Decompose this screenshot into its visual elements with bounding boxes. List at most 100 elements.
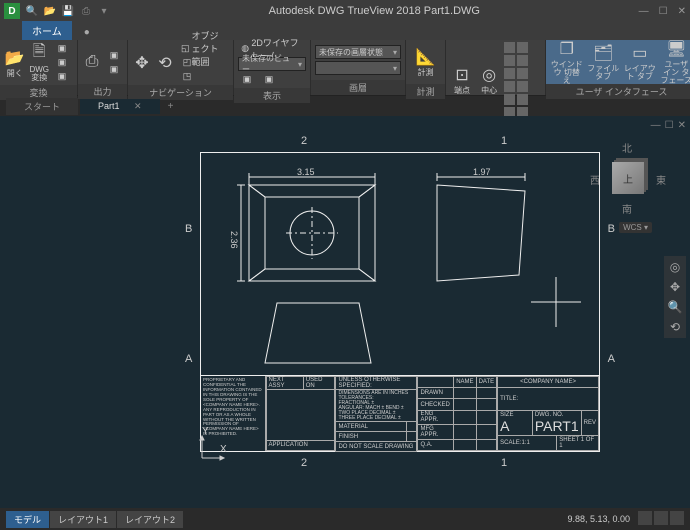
title-block: PROPRIETARY AND CONFIDENTIAL THE INFORMA… bbox=[201, 375, 599, 451]
out-sm-2[interactable]: ▣ bbox=[105, 63, 125, 76]
file-tabs-button[interactable]: 🗂 ファイル タブ bbox=[587, 42, 621, 82]
maximize-button[interactable]: ☐ bbox=[659, 6, 668, 17]
col-2-top: 2 bbox=[301, 135, 307, 147]
osnap-grid bbox=[504, 42, 541, 118]
open-button[interactable]: 📂 開く bbox=[4, 43, 26, 83]
filetabs-label: ファイル タブ bbox=[587, 65, 621, 81]
osnap-opt[interactable] bbox=[517, 94, 528, 105]
ribbon-tab-home[interactable]: ホーム bbox=[22, 21, 72, 40]
dwg-convert-button[interactable]: 🗎 DWG 変換 bbox=[29, 43, 51, 83]
saved-views-dropdown[interactable]: 未保存のビュー bbox=[238, 57, 306, 71]
close-button[interactable]: ✕ bbox=[678, 6, 686, 17]
model-tab[interactable]: モデル bbox=[6, 511, 49, 528]
ribbon-tabs: ホーム ● bbox=[0, 22, 690, 40]
osnap-opt[interactable] bbox=[504, 42, 515, 53]
out-sm-1[interactable]: ▣ bbox=[105, 49, 125, 62]
nav-sm-2[interactable]: ◰ bbox=[178, 56, 229, 69]
filetab-icon: 🗂 bbox=[593, 43, 613, 63]
osnap-opt[interactable] bbox=[517, 42, 528, 53]
ribbon: 📂 開く 🗎 DWG 変換 ▣ ▣ ▣ 変換 ⎙ ▣ ▣ 出力 bbox=[0, 40, 690, 96]
tray-icon[interactable] bbox=[670, 511, 684, 525]
layer-dropdown[interactable] bbox=[315, 61, 401, 75]
qat-more-icon[interactable]: ▾ bbox=[98, 5, 110, 17]
cube-south[interactable]: 南 bbox=[622, 201, 632, 216]
col-1-top: 1 bbox=[501, 135, 507, 147]
doc-maximize[interactable]: ☐ bbox=[665, 120, 674, 131]
sm-1[interactable]: ▣ bbox=[53, 42, 73, 55]
signoff-table: NAMEDATE DRAWN CHECKED ENG APPR. MFG APP… bbox=[417, 376, 497, 451]
new-tab-button[interactable]: + bbox=[162, 99, 180, 114]
layer-state-dropdown[interactable]: 未保存の画層状態 bbox=[315, 45, 401, 59]
layout2-tab[interactable]: レイアウト2 bbox=[117, 511, 183, 528]
view-sm-2[interactable]: ▣ bbox=[260, 73, 280, 86]
ribbon-tab-addins[interactable]: ● bbox=[74, 25, 100, 40]
pan-button[interactable]: ✥ bbox=[132, 43, 152, 83]
qat-print-icon[interactable]: ⎙ bbox=[80, 5, 92, 17]
tray-icon[interactable] bbox=[638, 511, 652, 525]
file-tab-close-icon[interactable]: ✕ bbox=[134, 101, 142, 111]
panel-navigation: ✥ ⟲ ◱オブジェクト範囲 ◰ ◳ ナビゲーション bbox=[128, 40, 234, 95]
nav-zoom-icon[interactable]: 🔍 bbox=[668, 300, 683, 314]
qat-open-icon[interactable]: 📂 bbox=[44, 5, 56, 17]
panel-view: ◍2Dワイヤフレーム 未保存のビュー ▣ ▣ 表示 bbox=[234, 40, 311, 95]
top-view-dims bbox=[237, 171, 387, 291]
sm-3[interactable]: ▣ bbox=[53, 70, 73, 83]
pan-icon: ✥ bbox=[132, 53, 152, 73]
file-tab-start[interactable]: スタート bbox=[6, 98, 78, 115]
osnap-opt[interactable] bbox=[504, 68, 515, 79]
doc-minimize[interactable]: — bbox=[651, 120, 661, 131]
printer-icon: ⎙ bbox=[82, 52, 102, 72]
app-icon[interactable]: D bbox=[4, 3, 20, 19]
measure-button[interactable]: 📐 計測 bbox=[410, 42, 441, 82]
qat-search-icon[interactable]: 🔍 bbox=[26, 5, 38, 17]
osnap-center[interactable]: ◎ 中心 bbox=[477, 60, 501, 100]
osnap-opt[interactable] bbox=[504, 94, 515, 105]
osnap-endpoint[interactable]: ⊡ 端点 bbox=[450, 60, 474, 100]
view-cube[interactable]: 北 南 西 東 上 bbox=[590, 140, 666, 216]
ui-button[interactable]: 🖥 ユーザ イン タフェース bbox=[660, 42, 690, 82]
cube-north[interactable]: 北 bbox=[622, 140, 632, 155]
osnap-opt[interactable] bbox=[504, 55, 515, 66]
file-tab-part1[interactable]: Part1 ✕ bbox=[80, 99, 160, 114]
osnap-opt[interactable] bbox=[504, 81, 515, 92]
layout1-tab[interactable]: レイアウト1 bbox=[50, 511, 116, 528]
plot-button[interactable]: ⎙ bbox=[82, 42, 102, 82]
nav-wheel-icon[interactable]: ◎ bbox=[670, 260, 680, 274]
nav-bar: ◎ ✥ 🔍 ⟲ bbox=[664, 256, 686, 338]
orbit-button[interactable]: ⟲ bbox=[155, 43, 175, 83]
layouttabs-label: レイアウト タブ bbox=[623, 65, 657, 81]
dwg-icon: 🗎 bbox=[29, 44, 49, 64]
nav-pan-icon[interactable]: ✥ bbox=[670, 280, 680, 294]
osnap-opt[interactable] bbox=[517, 68, 528, 79]
qat-save-icon[interactable]: 💾 bbox=[62, 5, 74, 17]
layout-tabs-button[interactable]: ▭ レイアウト タブ bbox=[623, 42, 657, 82]
minimize-button[interactable]: — bbox=[639, 6, 649, 17]
ui-icon: 🖥 bbox=[666, 39, 686, 59]
center-label: 中心 bbox=[481, 87, 497, 95]
cube-east[interactable]: 東 bbox=[656, 172, 666, 187]
nav-sm-3[interactable]: ◳ bbox=[178, 70, 229, 83]
panel-ui: ❐ ウインドウ 切替え 🗂 ファイル タブ ▭ レイアウト タブ 🖥 ユーザ イ… bbox=[546, 40, 690, 95]
osnap-opt[interactable] bbox=[517, 55, 528, 66]
file-tabs: スタート Part1 ✕ + bbox=[0, 96, 690, 116]
window-switch-button[interactable]: ❐ ウインドウ 切替え bbox=[550, 42, 584, 82]
doc-close[interactable]: ✕ bbox=[678, 120, 686, 131]
side-view bbox=[435, 183, 527, 283]
extent-button[interactable]: ◱オブジェクト範囲 bbox=[178, 42, 229, 55]
file-tab-part1-label: Part1 bbox=[98, 101, 120, 111]
title-table: <COMPANY NAME> TITLE: SIZEA DWG. NO.PART… bbox=[497, 376, 599, 451]
cube-face-top[interactable]: 上 bbox=[612, 162, 644, 194]
folder-icon: 📂 bbox=[5, 48, 25, 68]
sm-2[interactable]: ▣ bbox=[53, 56, 73, 69]
doc-window-controls: — ☐ ✕ bbox=[651, 120, 686, 131]
wcs-indicator[interactable]: WCS ▾ bbox=[619, 222, 652, 233]
status-right: 9.88, 5.13, 0.00 bbox=[567, 511, 684, 527]
nav-orbit-icon[interactable]: ⟲ bbox=[670, 320, 680, 334]
osnap-opt[interactable] bbox=[517, 81, 528, 92]
drawing-area[interactable]: — ☐ ✕ 北 南 西 東 上 WCS ▾ ◎ ✥ 🔍 ⟲ 2 1 2 1 B … bbox=[0, 116, 690, 508]
revision-table: NEXT ASSYUSED ON APPLICATION bbox=[266, 376, 336, 451]
view-sm-1[interactable]: ▣ bbox=[238, 73, 258, 86]
side-view-dim bbox=[433, 171, 529, 185]
endpoint-icon: ⊡ bbox=[452, 65, 472, 85]
tray-icon[interactable] bbox=[654, 511, 668, 525]
